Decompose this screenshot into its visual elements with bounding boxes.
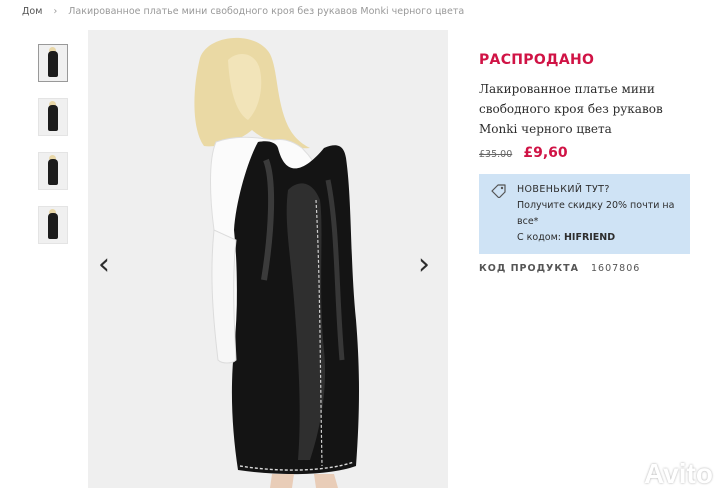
product-code-label: КОД ПРОДУКТА (479, 263, 579, 274)
avito-watermark-text: Avito (644, 458, 713, 489)
product-code: КОД ПРОДУКТА 1607806 (479, 263, 640, 274)
promo-text: Получите скидку 20% почти на все* (517, 200, 675, 227)
product-photo (88, 30, 448, 488)
breadcrumb-current: Лакированное платье мини свободного кроя… (68, 6, 465, 17)
price-block: £35.00 £9,60 (479, 142, 568, 161)
thumbnail-3[interactable] (38, 152, 68, 190)
avito-watermark: Avito (612, 458, 713, 491)
product-code-value: 1607806 (590, 263, 641, 274)
breadcrumb: Дом › Лакированное платье мини свободног… (22, 6, 464, 17)
gallery-next-button[interactable]: › (418, 250, 430, 280)
sale-label: РАСПРОДАНО (479, 52, 595, 68)
avito-logo-icon (615, 463, 639, 488)
promo-banner[interactable]: НОВЕНЬКИЙ ТУТ? Получите скидку 20% почти… (479, 174, 690, 254)
thumbnail-1[interactable] (38, 44, 68, 82)
promo-title: НОВЕНЬКИЙ ТУТ? (517, 184, 610, 195)
thumbnail-2[interactable] (38, 98, 68, 136)
product-main-image (88, 30, 448, 488)
breadcrumb-home-link[interactable]: Дом (22, 6, 42, 17)
promo-code-line: С кодом: HIFRIEND (517, 230, 682, 246)
tag-icon (491, 184, 507, 199)
old-price: £35.00 (479, 149, 513, 160)
breadcrumb-separator: › (53, 6, 58, 17)
gallery-prev-button[interactable]: ‹ (98, 250, 110, 280)
thumbnail-4[interactable] (38, 206, 68, 244)
promo-code-prefix: С кодом: (517, 232, 564, 243)
sale-price: £9,60 (523, 145, 568, 161)
promo-code: HIFRIEND (563, 232, 616, 243)
product-title: Лакированное платье мини свободного кроя… (479, 82, 663, 136)
thumbnail-list (38, 44, 68, 260)
